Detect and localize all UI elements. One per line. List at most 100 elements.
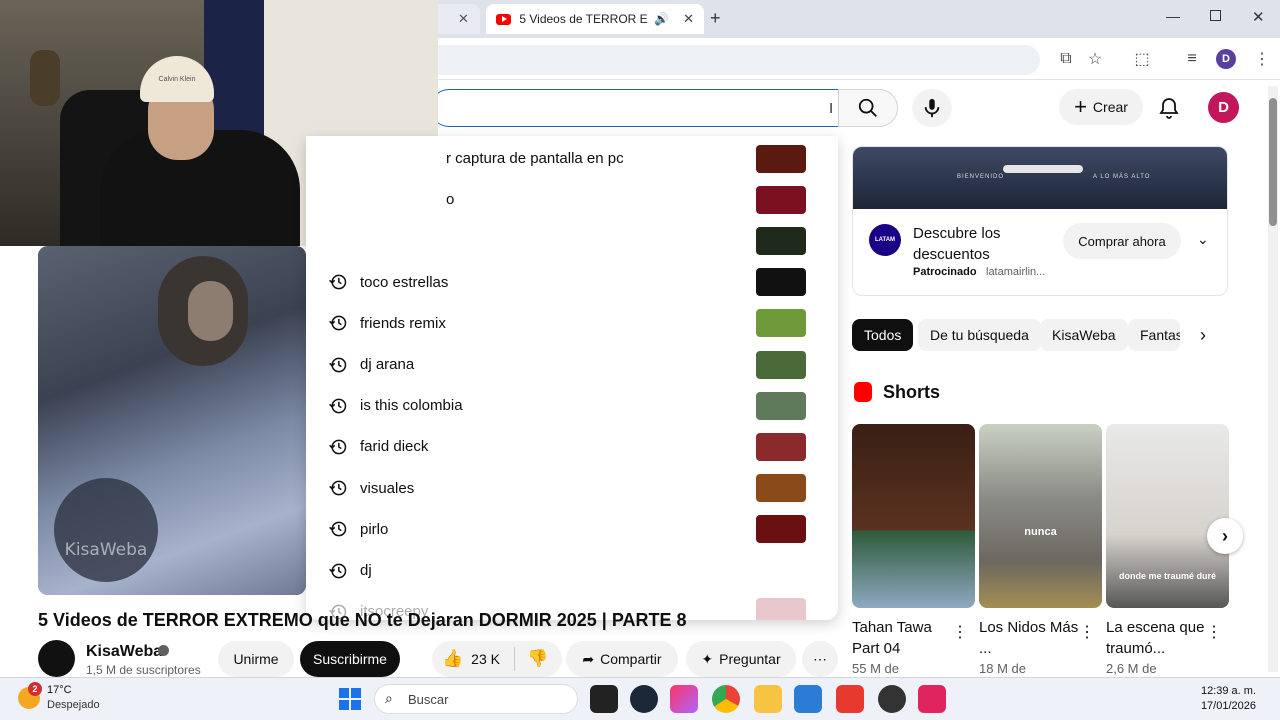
more-actions-button[interactable]: ⋯ <box>802 641 838 677</box>
voice-search-button[interactable] <box>912 89 952 127</box>
short-title-1[interactable]: Tahan Tawa Part 04 <box>852 617 952 659</box>
create-label: Crear <box>1092 99 1128 115</box>
install-app-icon[interactable]: ⧉ <box>1052 45 1080 73</box>
clock-time[interactable]: 12:39 a. m. <box>1156 685 1256 697</box>
taskbar-search[interactable]: ⌕ Buscar <box>374 684 578 714</box>
restore-icon[interactable] <box>1210 10 1221 21</box>
suggestion-text: r captura de pantalla en pc <box>446 150 624 167</box>
webcam-figurine <box>30 50 60 106</box>
search-suggestion[interactable]: visuales <box>306 468 838 509</box>
star-icon[interactable]: ☆ <box>1081 45 1109 73</box>
subscriber-count: 1,5 M de suscriptores <box>86 663 201 677</box>
like-count[interactable]: 23 K <box>471 651 500 667</box>
suggestion-thumbnail <box>756 391 806 420</box>
speaker-icon[interactable]: 🔊 <box>654 12 669 26</box>
wps-icon[interactable] <box>836 685 864 713</box>
history-icon <box>329 315 347 331</box>
search-suggestion[interactable]: dj arana <box>306 344 838 385</box>
chip-todos[interactable]: Todos <box>852 319 914 351</box>
suggestion-text: is this colombia <box>360 397 463 415</box>
extensions-icon[interactable]: ⬚ <box>1128 45 1156 73</box>
weather-badge: 2 <box>28 682 42 696</box>
like-icon[interactable]: 👍 <box>442 649 463 669</box>
search-suggestions-dropdown: r captura de pantalla en pc o toco estrell… <box>306 136 838 620</box>
subscribe-button[interactable]: Suscribirme <box>300 641 400 677</box>
profile-avatar[interactable]: D <box>1216 49 1236 69</box>
weather-desc[interactable]: Despejado <box>47 699 100 711</box>
windows-start-icon[interactable] <box>339 688 361 710</box>
window-close-icon[interactable]: ✕ <box>1252 8 1265 26</box>
short-views-3: 2,6 M de <box>1106 661 1157 676</box>
suggestion-thumbnail <box>756 268 806 297</box>
account-avatar[interactable]: D <box>1208 92 1239 123</box>
channel-watermark: KisaWeba <box>54 478 158 582</box>
short-menu-icon[interactable]: ⋮ <box>952 622 968 642</box>
chevron-right-icon[interactable]: › <box>1200 325 1206 346</box>
short-views-1: 55 M de <box>852 661 899 676</box>
search-button[interactable] <box>838 89 898 127</box>
suggestion-text: friends remix <box>360 314 446 332</box>
chrome-icon[interactable] <box>712 685 740 713</box>
minimize-icon[interactable]: — <box>1166 8 1180 24</box>
short-thumbnail-2[interactable]: nunca <box>979 424 1102 608</box>
search-icon: ⌕ <box>385 690 393 706</box>
close-icon[interactable]: ✕ <box>458 11 469 27</box>
channel-name[interactable]: KisaWeba <box>86 643 162 661</box>
weather-temp[interactable]: 17°C <box>47 684 72 696</box>
store-icon[interactable] <box>794 685 822 713</box>
short-menu-icon[interactable]: ⋮ <box>1206 622 1222 642</box>
search-suggestion[interactable]: is this colombia <box>306 385 838 426</box>
file-explorer-icon[interactable] <box>754 685 782 713</box>
share-button[interactable]: ➦ Compartir <box>566 641 678 677</box>
join-button[interactable]: Unirme <box>218 641 294 677</box>
short-title-2[interactable]: Los Nidos Más ... <box>979 617 1079 659</box>
chip-de-tu-busqueda[interactable]: De tu búsqueda <box>918 319 1041 351</box>
search-suggestion[interactable]: farid dieck <box>306 426 838 467</box>
video-player[interactable]: KisaWeba <box>38 246 306 595</box>
ad-card[interactable]: BIENVENIDO A LO MÁS ALTO LATAM Descubre … <box>852 146 1228 296</box>
dislike-icon[interactable]: 👎 <box>527 649 548 669</box>
clock-date[interactable]: 17/01/2026 <box>1156 700 1256 712</box>
chip-kisaweba[interactable]: KisaWeba <box>1040 319 1128 351</box>
media-control-icon[interactable]: ≡ <box>1178 45 1206 73</box>
short-thumbnail-1[interactable] <box>852 424 975 608</box>
scrollbar-thumb[interactable] <box>1269 98 1277 226</box>
search-suggestion[interactable]: toco estrellas <box>306 262 838 303</box>
file-app-icon[interactable] <box>590 685 618 713</box>
search-input[interactable]: I <box>430 89 838 127</box>
page-scrollbar[interactable] <box>1268 86 1278 672</box>
ask-button[interactable]: ✦ Preguntar <box>686 641 796 677</box>
new-tab-button[interactable]: + <box>710 8 721 29</box>
address-bar[interactable] <box>420 45 1040 75</box>
short-thumbnail-3[interactable]: donde me traumé duré <box>1106 424 1229 608</box>
steam-icon[interactable] <box>630 685 658 713</box>
tab-active[interactable]: 5 Videos de TERROR EXTRE 🔊 ✕ <box>486 4 704 34</box>
tiktok-icon[interactable] <box>918 685 946 713</box>
like-dislike-group: 👍 23 K 👎 <box>432 641 562 677</box>
channel-avatar[interactable] <box>38 640 75 677</box>
app-icon[interactable] <box>878 685 906 713</box>
close-icon[interactable]: ✕ <box>683 11 694 27</box>
create-button[interactable]: + Crear <box>1059 89 1143 125</box>
ad-banner: BIENVENIDO A LO MÁS ALTO <box>853 147 1227 209</box>
history-icon <box>329 439 347 455</box>
copilot-icon[interactable] <box>670 685 698 713</box>
short-menu-icon[interactable]: ⋮ <box>1079 622 1095 642</box>
airplane-icon <box>1003 165 1083 173</box>
search-suggestion[interactable]: pirlo <box>306 509 838 550</box>
chevron-down-icon[interactable]: ⌄ <box>1197 231 1209 248</box>
search-suggestion[interactable]: friends remix <box>306 303 838 344</box>
notifications-bell-icon[interactable] <box>1157 96 1181 125</box>
search-suggestion[interactable]: dj <box>306 550 838 591</box>
history-icon <box>329 521 347 537</box>
search-suggestion[interactable] <box>306 220 838 261</box>
chip-fantas[interactable]: Fantas <box>1128 319 1180 351</box>
suggestion-text: dj arana <box>360 356 415 373</box>
shorts-next-button[interactable]: › <box>1207 518 1243 554</box>
ad-cta-button[interactable]: Comprar ahora <box>1063 223 1181 259</box>
short-title-3[interactable]: La escena que traumó... <box>1106 617 1206 659</box>
search-suggestion[interactable]: o <box>306 179 838 220</box>
menu-kebab-icon[interactable]: ⋮ <box>1248 45 1276 73</box>
ad-banner-text-right: A LO MÁS ALTO <box>1093 174 1151 180</box>
search-suggestion[interactable]: r captura de pantalla en pc <box>306 138 838 179</box>
